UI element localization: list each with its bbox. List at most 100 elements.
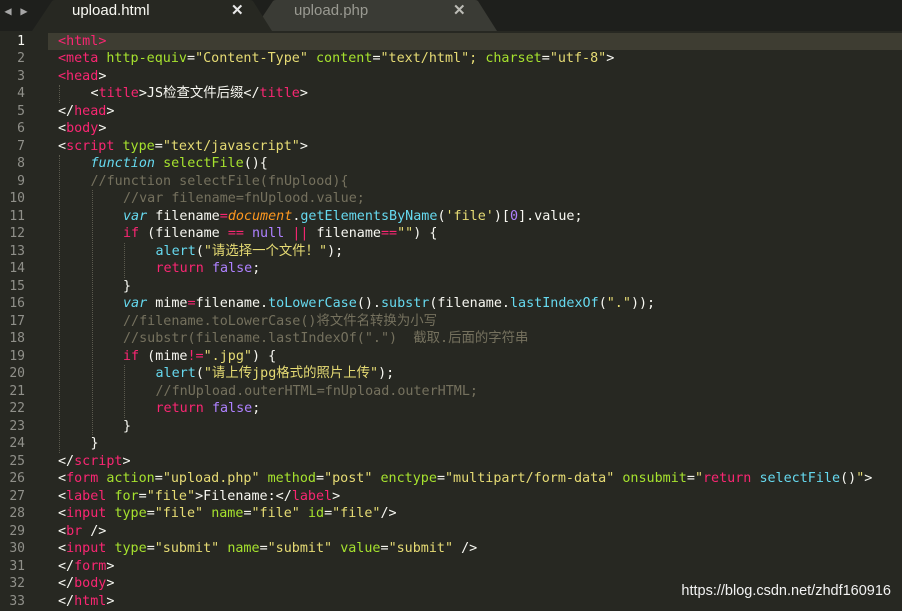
code-token: (filename	[139, 226, 228, 241]
code-line: <title>JS检查文件后缀</title>	[91, 85, 308, 103]
code-token: selectFile	[759, 471, 841, 486]
code-line: </html>	[58, 593, 114, 611]
code-token: input	[66, 541, 107, 556]
code-token: </	[58, 576, 75, 591]
line-number: 18	[9, 331, 25, 346]
code-token: )[	[493, 208, 510, 224]
indent-guide	[59, 155, 60, 453]
code-token: for	[114, 488, 139, 504]
tab-scroll-right-button[interactable]: ▶	[16, 0, 32, 24]
code-token: label	[291, 488, 333, 504]
tab-close-icon[interactable]: ✕	[231, 0, 244, 21]
code-line: <html>	[58, 33, 106, 51]
tab-upload-php[interactable]: upload.php ✕	[253, 0, 497, 31]
code-token: >Filename:</	[195, 488, 292, 504]
code-area[interactable]: <html> <meta http-equiv="Content-Type" co…	[58, 31, 902, 611]
line-number: 27	[9, 488, 25, 504]
code-token: =	[187, 51, 196, 66]
code-line: //fnUpload.outerHTML=fnUpload.outerHTML;	[156, 383, 478, 401]
code-token: <	[58, 121, 67, 136]
code-token: />	[82, 523, 107, 539]
code-token: var	[123, 208, 148, 224]
line-number: 28	[9, 506, 25, 521]
tab-upload-html[interactable]: upload.html ✕	[32, 0, 272, 31]
line-number: 14	[9, 261, 25, 276]
line-number-gutter: 1 2 3 4 5 6 7 8 9 10 11 12 13 14 15 16 17 18 19 20 21 22 23 24 2…	[0, 31, 48, 611]
code-token: var	[123, 296, 148, 311]
code-line: </body>	[58, 575, 114, 593]
code-token: </	[58, 558, 75, 574]
code-token: >	[122, 453, 131, 469]
code-token: ) {	[252, 348, 277, 364]
code-token: ].value;	[518, 208, 583, 224]
code-token: }	[90, 436, 99, 451]
code-token: ().	[356, 296, 381, 311]
line-number: 15	[9, 278, 25, 294]
code-token: "Content-Type"	[195, 51, 308, 66]
code-token: <	[58, 33, 67, 49]
code-line: //var filename=fnUplood.value;	[123, 190, 365, 208]
line-number: 21	[9, 383, 25, 399]
code-token: (){	[243, 156, 268, 171]
code-token: (	[195, 243, 204, 259]
code-token: >	[106, 593, 115, 609]
line-number: 12	[9, 226, 25, 241]
code-token: if	[123, 226, 140, 241]
code-token: ()	[840, 471, 857, 486]
code-line: </head>	[58, 103, 114, 121]
line-number: 23	[9, 418, 25, 434]
code-token: >	[299, 86, 308, 101]
code-token: type	[122, 138, 155, 154]
code-token: title	[259, 86, 300, 101]
tab-close-icon[interactable]: ✕	[453, 0, 466, 21]
code-token: =	[146, 541, 155, 556]
code-token: />	[380, 506, 397, 521]
code-token: =	[372, 51, 381, 66]
code-token: "file"	[146, 488, 196, 504]
code-token: >	[106, 103, 115, 119]
tab-label: upload.html	[72, 2, 150, 19]
code-line: alert("请选择一个文件！");	[156, 243, 344, 261]
code-line: function selectFile(){	[91, 155, 268, 173]
code-token: "submit"	[388, 541, 454, 556]
code-token: script	[74, 453, 123, 469]
code-line: <body>	[58, 120, 106, 138]
line-number: 25	[9, 453, 25, 469]
line-number: 20	[9, 366, 25, 381]
code-token: ;	[252, 261, 261, 276]
code-token: toLowerCase	[268, 296, 357, 311]
code-token: filename	[147, 208, 220, 224]
tab-scroll-left-button[interactable]: ◀	[0, 0, 16, 24]
code-token: "submit"	[267, 541, 333, 556]
code-token: "file"	[332, 506, 381, 521]
code-token: >	[299, 138, 308, 154]
code-line: }	[91, 435, 99, 453]
code-line: }	[123, 418, 131, 436]
code-token: name	[211, 506, 244, 521]
code-token: =	[541, 51, 550, 66]
code-token: form	[74, 558, 107, 574]
code-token: "请选择一个文件！"	[203, 243, 328, 259]
code-token: </	[58, 453, 75, 469]
code-token: (	[437, 208, 446, 224]
code-line: }	[123, 278, 131, 296]
code-token: function	[90, 156, 156, 171]
code-token: =	[436, 471, 445, 486]
code-token: >	[332, 488, 341, 504]
indent-guide	[124, 365, 125, 418]
code-token: "upload.php"	[162, 471, 260, 486]
code-line: var filename=document.getElementsByName(…	[123, 208, 583, 226]
code-token: title	[98, 86, 139, 101]
code-editor[interactable]: 1 2 3 4 5 6 7 8 9 10 11 12 13 14 15 16 17 18 19 20 21 22 23 24 2…	[0, 31, 902, 611]
code-line: <label for="file">Filename:</label>	[58, 488, 340, 506]
tab-bar: ◀ ▶ upload.php ✕ upload.html ✕	[0, 0, 902, 31]
code-token: if	[123, 348, 140, 364]
code-token: >	[98, 121, 107, 136]
code-token: lastIndexOf	[510, 296, 599, 311]
line-number: 16	[9, 296, 25, 311]
line-number: 22	[9, 401, 25, 416]
code-token: =	[154, 471, 163, 486]
